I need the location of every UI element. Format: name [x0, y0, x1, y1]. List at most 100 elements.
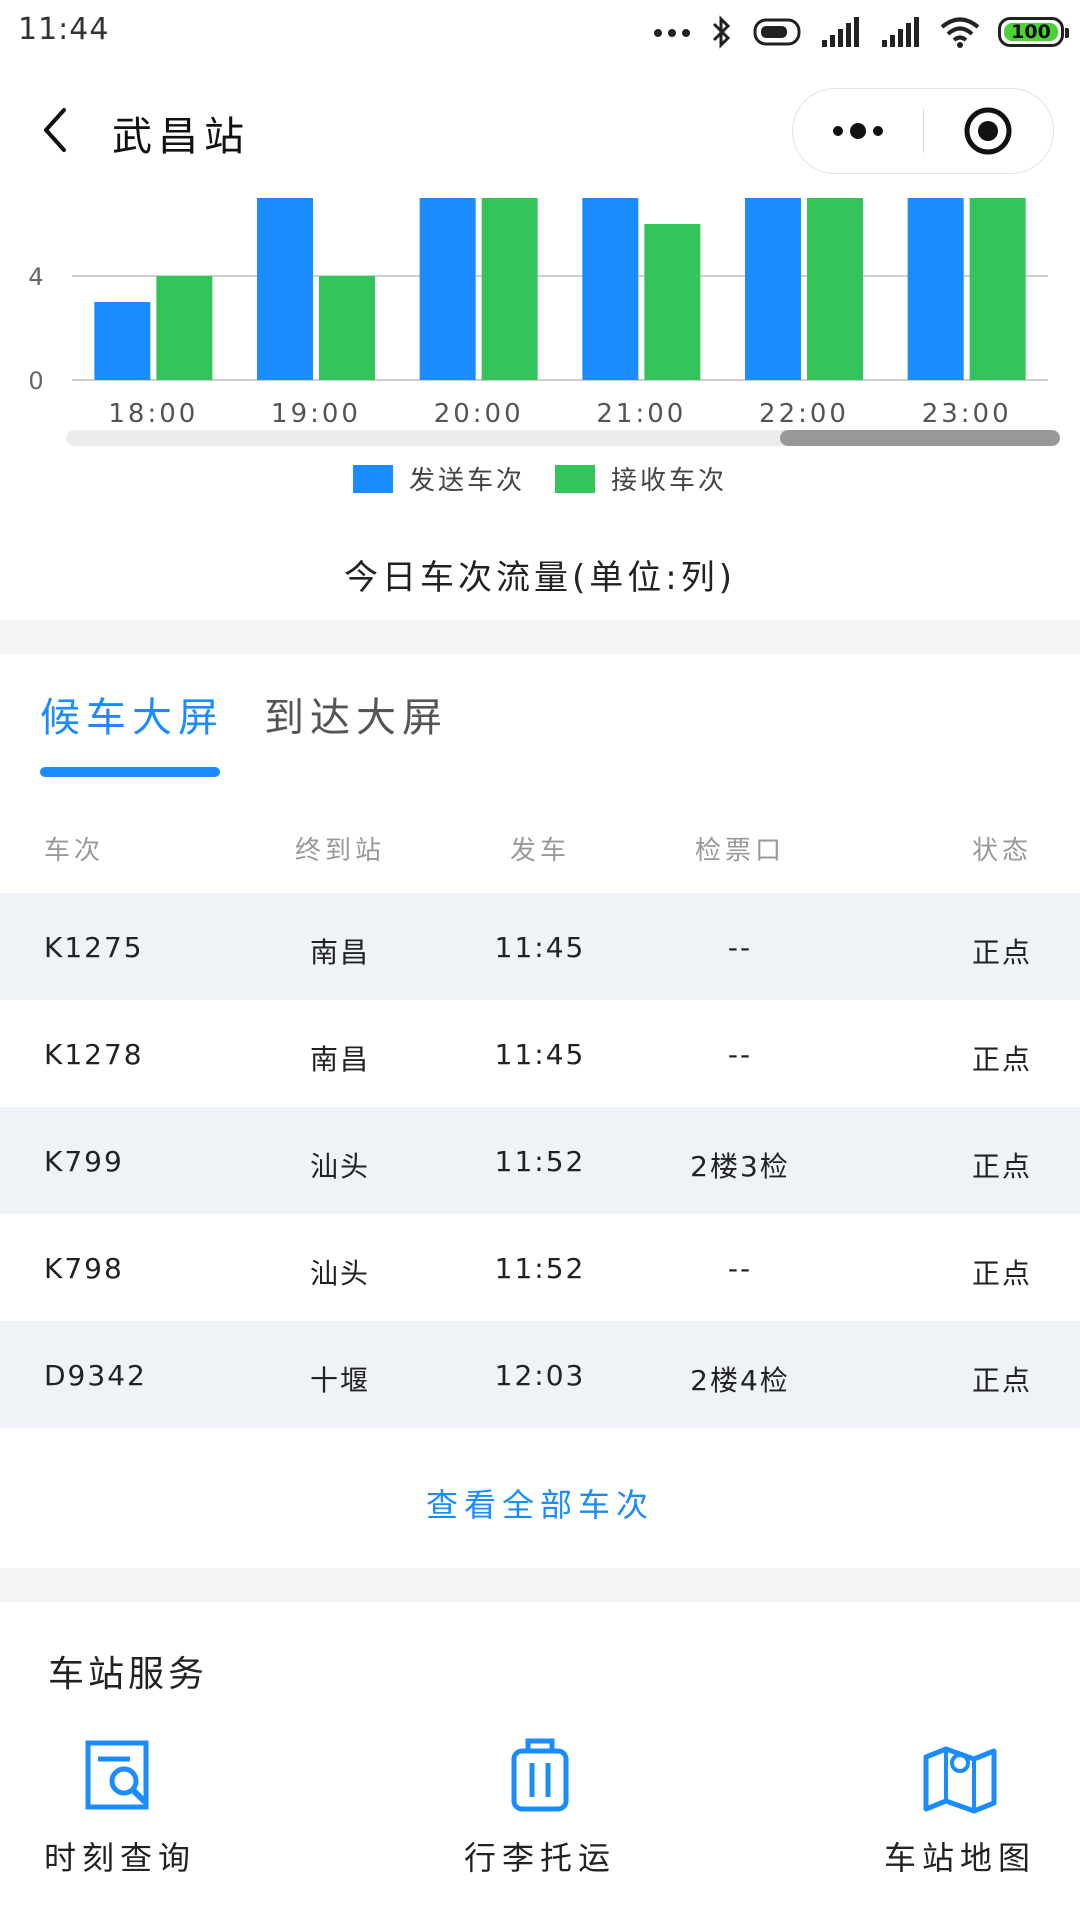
legend-label-send: 发送车次 — [408, 466, 525, 496]
more-dots-status-icon — [654, 29, 690, 37]
chart-bar — [807, 198, 863, 380]
tab-departure-board[interactable]: 候车大屏 — [40, 685, 224, 743]
x-tick-label: 21:00 — [596, 399, 686, 429]
vibrate-icon — [753, 18, 801, 46]
signal-icon-2 — [882, 17, 919, 47]
cell-depart: 11:52 — [494, 1252, 586, 1285]
table-row[interactable]: K1275 南昌 11:45 -- 正点 — [0, 893, 1080, 1000]
station-map-icon — [923, 1746, 997, 1814]
header-gate: 检票口 — [694, 836, 785, 866]
legend-item-send[interactable]: 发送车次 — [352, 460, 525, 497]
chart-bar — [319, 276, 375, 380]
cell-gate: 2楼4检 — [690, 1364, 790, 1397]
cell-train: K1278 — [44, 1038, 144, 1071]
table-row[interactable]: K798 汕头 11:52 -- 正点 — [0, 1214, 1080, 1321]
status-icons: 100 — [652, 12, 1069, 52]
header-terminal: 终到站 — [294, 836, 385, 866]
x-tick-label: 18:00 — [108, 399, 198, 429]
chart-bar — [582, 198, 639, 380]
cell-status: 正点 — [971, 1043, 1032, 1076]
nav-bar: 武昌站 — [0, 70, 1080, 190]
x-tick-label: 22:00 — [759, 399, 849, 429]
service-luggage-checkin[interactable]: 行李托运 — [420, 1735, 660, 1879]
chart-bar — [907, 198, 964, 380]
cell-depart: 12:03 — [494, 1359, 586, 1392]
cell-terminal: 十堰 — [309, 1364, 370, 1397]
service-label: 车站地图 — [883, 1839, 1036, 1877]
table-row[interactable]: K1278 南昌 11:45 -- 正点 — [0, 1000, 1080, 1107]
station-services-title: 车站服务 — [48, 1654, 209, 1695]
cell-status: 正点 — [971, 1364, 1032, 1397]
legend-item-receive[interactable]: 接收车次 — [555, 460, 727, 497]
status-time: 11:44 — [18, 12, 110, 47]
service-station-map[interactable]: 车站地图 — [840, 1735, 1080, 1879]
chart-bar — [969, 198, 1026, 380]
table-row[interactable]: K799 汕头 11:52 2楼3检 正点 — [0, 1107, 1080, 1214]
y-tick-label: 0 — [28, 367, 43, 395]
chart-bar — [156, 276, 213, 380]
chart-bar — [481, 198, 538, 380]
service-label: 时刻查询 — [43, 1839, 196, 1877]
cell-depart: 11:52 — [494, 1145, 586, 1178]
cell-status: 正点 — [971, 936, 1032, 969]
cell-terminal: 南昌 — [309, 936, 370, 969]
tab-arrival-board[interactable]: 到达大屏 — [264, 685, 448, 743]
chart-title: 今日车次流量(单位:列) — [344, 558, 736, 598]
header-depart: 发车 — [509, 836, 570, 866]
schedule-search-icon — [85, 1740, 149, 1810]
cell-train: K1275 — [44, 931, 144, 964]
target-circle-icon — [964, 107, 1012, 155]
tab-indicator — [40, 767, 220, 777]
signal-icon — [822, 17, 859, 47]
legend-label-receive: 接收车次 — [611, 466, 728, 496]
section-divider — [0, 620, 1080, 654]
page-title: 武昌站 — [112, 114, 250, 160]
luggage-icon — [511, 1738, 569, 1812]
cell-terminal: 南昌 — [309, 1043, 370, 1076]
bluetooth-icon — [712, 15, 731, 49]
cell-terminal: 汕头 — [309, 1150, 370, 1183]
section-divider — [0, 1568, 1080, 1602]
chart-bar — [644, 224, 701, 380]
cell-gate: 2楼3检 — [690, 1150, 790, 1183]
cell-train: K798 — [44, 1252, 124, 1285]
cell-status: 正点 — [971, 1257, 1032, 1290]
x-tick-label: 20:00 — [434, 399, 524, 429]
service-schedule-query[interactable]: 时刻查询 — [0, 1735, 240, 1879]
y-tick-label: 4 — [28, 263, 43, 291]
battery-nub — [1065, 28, 1069, 38]
more-button[interactable] — [793, 89, 923, 173]
close-button[interactable] — [923, 89, 1053, 173]
chart-legend: 发送车次 接收车次 — [0, 460, 1080, 497]
header-status: 状态 — [971, 836, 1032, 866]
cell-depart: 11:45 — [494, 931, 586, 964]
battery-icon: 100 — [998, 17, 1069, 47]
bar-chart: 0 4 18:00 19:00 20:00 21:00 22:00 23:00 — [28, 198, 1060, 446]
legend-swatch-send — [352, 464, 393, 493]
service-label: 行李托运 — [463, 1839, 616, 1877]
cell-gate: -- — [727, 931, 753, 964]
chevron-left-icon — [44, 108, 66, 152]
mini-program-capsule — [792, 88, 1054, 174]
cell-train: D9342 — [44, 1359, 147, 1392]
table-row[interactable]: D9342 十堰 12:03 2楼4检 正点 — [0, 1321, 1080, 1428]
status-bar: 11:44 100 — [0, 0, 1080, 64]
chart-bar — [94, 302, 151, 380]
cell-depart: 11:45 — [494, 1038, 586, 1071]
x-tick-label: 19:00 — [271, 399, 361, 429]
traffic-chart: 0 4 18:00 19:00 20:00 21:00 22:00 23:00 发送车次 接收… — [0, 190, 1080, 630]
x-tick-label: 23:00 — [922, 399, 1012, 429]
chart-bar — [257, 198, 313, 380]
view-all-trains-link[interactable]: 查看全部车次 — [0, 1480, 1080, 1526]
chart-bar — [419, 198, 476, 380]
board-tabs: 候车大屏 到达大屏 — [0, 655, 1080, 785]
cell-terminal: 汕头 — [309, 1257, 370, 1290]
cell-gate: -- — [727, 1038, 753, 1071]
cell-gate: -- — [727, 1252, 753, 1285]
chart-scrollbar-thumb[interactable] — [780, 430, 1060, 446]
table-header: 车次 终到站 发车 检票口 状态 — [0, 800, 1080, 890]
battery-level: 100 — [1011, 21, 1051, 43]
cell-status: 正点 — [971, 1150, 1032, 1183]
back-button[interactable] — [32, 98, 82, 162]
legend-swatch-receive — [555, 464, 595, 493]
